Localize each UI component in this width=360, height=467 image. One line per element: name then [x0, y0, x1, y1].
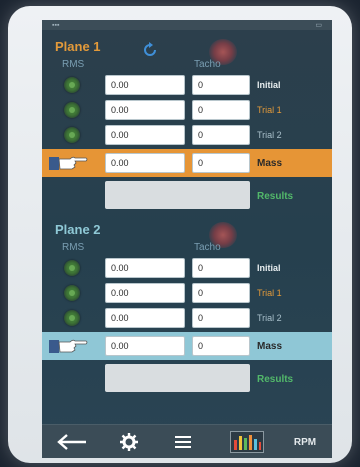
- row-label: Initial: [257, 80, 281, 90]
- plane-2-mass-row[interactable]: 0.00 0 Mass: [42, 332, 332, 360]
- radio-button[interactable]: [64, 77, 80, 93]
- row-label: Trial 1: [257, 105, 282, 115]
- radio-button[interactable]: [64, 285, 80, 301]
- mass-rms-input[interactable]: 0.00: [105, 153, 185, 173]
- results-button[interactable]: Results: [257, 191, 293, 202]
- tacho-input[interactable]: 0: [192, 308, 250, 328]
- pointing-hand-icon: [49, 339, 88, 353]
- rms-input[interactable]: 0.00: [105, 125, 185, 145]
- plane-2-row-trial-1: 0.00 0 Trial 1: [42, 280, 332, 305]
- status-battery-icon: ▭: [315, 22, 322, 29]
- mass-tacho-input[interactable]: 0: [192, 336, 250, 356]
- plane-1-row-initial: 0.00 0 Initial: [42, 72, 332, 97]
- mass-tacho-input[interactable]: 0: [192, 153, 250, 173]
- app-screen: ▪▪▪ ▭ Plane 1 RMS Tacho 0.00 0 Initial 0…: [42, 20, 332, 458]
- refresh-icon[interactable]: [140, 40, 160, 60]
- plane-1-row-trial-2: 0.00 0 Trial 2: [42, 122, 332, 147]
- bottom-toolbar: RPM: [42, 424, 332, 458]
- plane-1-header: Plane 1: [42, 30, 332, 65]
- chart-button[interactable]: [228, 429, 266, 455]
- tacho-input[interactable]: 0: [192, 258, 250, 278]
- radio-button[interactable]: [64, 260, 80, 276]
- results-button[interactable]: Results: [257, 374, 293, 385]
- tacho-header: Tacho: [194, 242, 221, 253]
- rpm-button[interactable]: RPM: [288, 429, 322, 455]
- plane-1-row-trial-1: 0.00 0 Trial 1: [42, 97, 332, 122]
- status-signal-icon: ▪▪▪: [52, 21, 60, 29]
- row-label: Trial 2: [257, 130, 282, 140]
- rms-header: RMS: [62, 242, 85, 253]
- plane-2-results-row: Results: [42, 360, 332, 396]
- row-label: Initial: [257, 263, 281, 273]
- plane-1-mass-row[interactable]: 0.00 0 Mass: [42, 149, 332, 177]
- gear-icon: [120, 433, 138, 451]
- radio-button[interactable]: [64, 310, 80, 326]
- back-button[interactable]: [54, 429, 90, 455]
- rms-input[interactable]: 0.00: [105, 75, 185, 95]
- tacho-input[interactable]: 0: [192, 75, 250, 95]
- plane-1-results-row: Results: [42, 177, 332, 213]
- rms-input[interactable]: 0.00: [105, 308, 185, 328]
- plane-1-title: Plane 1: [55, 39, 101, 54]
- tacho-input[interactable]: 0: [192, 125, 250, 145]
- menu-icon: [175, 436, 191, 448]
- pointing-hand-icon: [49, 156, 88, 170]
- tacho-header: Tacho: [194, 59, 221, 70]
- plane-1-section: Plane 1 RMS Tacho 0.00 0 Initial 0.00 0 …: [42, 30, 332, 213]
- rms-header: RMS: [62, 59, 85, 70]
- row-label: Trial 2: [257, 313, 282, 323]
- settings-button[interactable]: [116, 429, 142, 455]
- plane-2-title: Plane 2: [55, 222, 101, 237]
- bar-chart-icon: [230, 431, 264, 453]
- tacho-input[interactable]: 0: [192, 283, 250, 303]
- menu-button[interactable]: [170, 429, 196, 455]
- radio-button[interactable]: [64, 102, 80, 118]
- plane-2-header: Plane 2: [42, 213, 332, 248]
- mass-label: Mass: [257, 341, 283, 352]
- plane-2-column-headers: RMS Tacho: [42, 241, 332, 255]
- row-label: Trial 1: [257, 288, 282, 298]
- tacho-input[interactable]: 0: [192, 100, 250, 120]
- rms-input[interactable]: 0.00: [105, 258, 185, 278]
- status-bar: ▪▪▪ ▭: [42, 20, 332, 30]
- mass-rms-input[interactable]: 0.00: [105, 336, 185, 356]
- plane-1-column-headers: RMS Tacho: [42, 58, 332, 72]
- back-arrow-icon: [57, 434, 86, 450]
- mass-label: Mass: [257, 158, 283, 169]
- device-frame: ▪▪▪ ▭ Plane 1 RMS Tacho 0.00 0 Initial 0…: [8, 6, 352, 463]
- plane-1-results-box: [105, 181, 250, 209]
- rms-input[interactable]: 0.00: [105, 283, 185, 303]
- rms-input[interactable]: 0.00: [105, 100, 185, 120]
- plane-2-row-initial: 0.00 0 Initial: [42, 255, 332, 280]
- plane-2-section: Plane 2 RMS Tacho 0.00 0 Initial 0.00 0 …: [42, 213, 332, 396]
- plane-2-results-box: [105, 364, 250, 392]
- plane-2-row-trial-2: 0.00 0 Trial 2: [42, 305, 332, 330]
- radio-button[interactable]: [64, 127, 80, 143]
